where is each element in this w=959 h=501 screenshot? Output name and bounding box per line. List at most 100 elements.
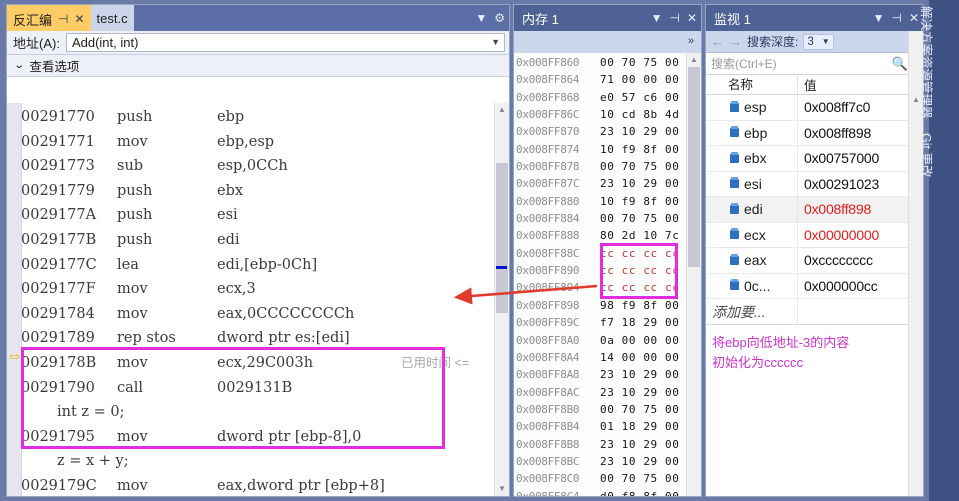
chevron-down-icon[interactable]: ▼ — [475, 12, 487, 24]
memory-row[interactable]: 0x008FF8C0 00 70 75 00 — [516, 470, 687, 487]
scrollbar-thumb[interactable] — [688, 67, 700, 267]
disassembly-line[interactable]: 0029177B push edi — [21, 228, 495, 253]
pin-icon[interactable]: ⊣ — [58, 13, 68, 25]
chevron-down-icon[interactable]: ⌄ — [13, 60, 25, 71]
disassembly-line[interactable]: 0029178B mov ecx,29C003h ⇨ 已用时间 <= — [9, 351, 495, 376]
memory-row[interactable]: 0x008FF86C 10 cd 8b 4d — [516, 106, 687, 123]
watch-row[interactable]: esp 0x008ff7c0 — [706, 94, 923, 121]
view-options-row[interactable]: ⌄ 查看选项 — [7, 55, 509, 77]
watch-name-cell: esi — [706, 171, 798, 197]
memory-row[interactable]: 0x008FF89C f7 18 29 00 — [516, 314, 687, 331]
dock-item-git-changes[interactable]: Git 更改 — [918, 133, 937, 177]
watch-variable-value[interactable]: 0x00757000 — [798, 150, 879, 166]
add-watch-row[interactable]: 添加要... — [706, 298, 923, 325]
scroll-up-icon[interactable]: ▲ — [495, 103, 509, 117]
chevron-down-icon[interactable]: ▼ — [873, 12, 885, 24]
watch-row[interactable]: ebx 0x00757000 — [706, 145, 923, 172]
memory-row[interactable]: 0x008FF8A8 23 10 29 00 — [516, 366, 687, 383]
chevron-down-icon[interactable]: ▼ — [651, 12, 663, 24]
memory-scrollbar[interactable]: ▲ — [686, 53, 701, 496]
disassembly-line[interactable]: 0029179C mov eax,dword ptr [ebp+8] — [21, 474, 495, 496]
memory-row[interactable]: 0x008FF880 10 f9 8f 00 — [516, 193, 687, 210]
memory-row[interactable]: 0x008FF8A0 0a 00 00 00 — [516, 332, 687, 349]
disassembly-line[interactable]: 00291790 call 0029131B — [21, 376, 495, 401]
memory-row[interactable]: 0x008FF898 98 f9 8f 00 — [516, 297, 687, 314]
gear-icon[interactable]: ⚙ — [494, 12, 505, 24]
memory-row[interactable]: 0x008FF8B8 23 10 29 00 — [516, 436, 687, 453]
dock-item-solution-explorer[interactable]: 解决方案资源管理器 — [918, 6, 937, 119]
watch-variable-value[interactable]: 0x00000000 — [798, 227, 879, 243]
watch-row[interactable]: 0c... 0x000000cc — [706, 273, 923, 299]
memory-row[interactable]: 0x008FF868 e0 57 c6 00 — [516, 89, 687, 106]
close-icon[interactable]: ✕ — [74, 13, 84, 25]
disassembly-line[interactable]: 00291771 mov ebp,esp — [21, 130, 495, 155]
instruction-address: 00291779 — [21, 182, 95, 199]
memory-row[interactable]: 0x008FF88C cc cc cc cc — [516, 245, 687, 262]
disassembly-line[interactable]: 00291773 sub esp,0CCh — [21, 154, 495, 179]
memory-row[interactable]: 0x008FF864 71 00 00 00 — [516, 71, 687, 88]
scroll-up-icon[interactable]: ▲ — [687, 53, 701, 67]
disassembly-scrollbar[interactable]: ▲ ▼ — [494, 103, 509, 496]
watch-row[interactable]: ecx 0x00000000 — [706, 222, 923, 248]
memory-titlebar: 内存 1 ▼ ⊣ ✕ — [514, 5, 701, 31]
memory-row[interactable]: 0x008FF8C4d0 f8 8f 00 — [516, 488, 687, 496]
source-line[interactable]: int z = 0; — [21, 400, 495, 425]
tab-test-c[interactable]: test.c — [90, 5, 134, 31]
memory-row[interactable]: 0x008FF8BC 23 10 29 00 — [516, 453, 687, 470]
disassembly-line[interactable]: 00291770 push ebp — [21, 105, 495, 130]
disassembly-line[interactable]: 0029177C lea edi,[ebp-0Ch] — [21, 253, 495, 278]
watch-row[interactable]: eax 0xcccccccc — [706, 247, 923, 274]
source-line[interactable]: z = x + y; — [21, 449, 495, 474]
arrow-left-icon[interactable]: ← — [711, 34, 724, 49]
watch-variable-value[interactable]: 0x008ff7c0 — [798, 99, 870, 115]
search-icon[interactable]: 🔍 — [892, 56, 908, 72]
memory-row[interactable]: 0x008FF890 cc cc cc cc — [516, 262, 687, 279]
overflow-chevron-icon[interactable]: » — [688, 35, 695, 47]
search-input[interactable]: 搜索(Ctrl+E) — [711, 55, 892, 72]
chevron-down-icon[interactable]: ▼ — [491, 37, 500, 47]
memory-bytes: 00 70 75 00 — [600, 472, 680, 486]
watch-row[interactable]: edi 0x008ff898 — [706, 196, 923, 223]
scrollbar-thumb[interactable] — [496, 163, 508, 313]
chevron-down-icon[interactable]: ▼ — [822, 37, 830, 46]
address-input[interactable]: Add(int, int) ▼ — [65, 33, 505, 52]
memory-row[interactable]: 0x008FF894 cc cc cc cc — [516, 279, 687, 296]
code-gutter[interactable] — [7, 103, 22, 496]
disassembly-line[interactable]: 0029177F mov ecx,3 — [21, 277, 495, 302]
memory-row[interactable]: 0x008FF8AC 23 10 29 00 — [516, 384, 687, 401]
watch-variable-name: ebx — [744, 150, 767, 167]
memory-row[interactable]: 0x008FF8B0 00 70 75 00 — [516, 401, 687, 418]
memory-row[interactable]: 0x008FF8B4 01 18 29 00 — [516, 418, 687, 435]
memory-row[interactable]: 0x008FF884 00 70 75 00 — [516, 210, 687, 227]
watch-row[interactable]: esi 0x00291023 — [706, 171, 923, 197]
memory-row[interactable]: 0x008FF860 00 70 75 00 — [516, 54, 687, 71]
memory-toolbar[interactable]: » — [514, 31, 701, 54]
memory-row[interactable]: 0x008FF878 00 70 75 00 — [516, 158, 687, 175]
tab-disassembly[interactable]: 反汇编 ⊣ ✕ — [7, 5, 91, 31]
watch-variable-value[interactable]: 0x008ff898 — [798, 125, 871, 141]
memory-row[interactable]: 0x008FF874 10 f9 8f 00 — [516, 141, 687, 158]
watch-variable-value[interactable]: 0xcccccccc — [798, 252, 873, 268]
watch-row[interactable]: ebp 0x008ff898 — [706, 120, 923, 146]
search-depth-combo[interactable]: 3 ▼ — [803, 33, 834, 50]
memory-address: 0x008FF868 — [516, 90, 580, 104]
memory-bytes: 10 f9 8f 00 — [600, 142, 680, 156]
watch-variable-value[interactable]: 0x008ff898 — [798, 201, 871, 217]
memory-row[interactable]: 0x008FF87C 23 10 29 00 — [516, 175, 687, 192]
close-icon[interactable]: ✕ — [687, 12, 697, 24]
memory-row[interactable]: 0x008FF870 23 10 29 00 — [516, 123, 687, 140]
disassembly-line[interactable]: 00291795 mov dword ptr [ebp-8],0 — [21, 425, 495, 450]
disassembly-line[interactable]: 00291789 rep stos dword ptr es:[edi] — [21, 326, 495, 351]
disassembly-line[interactable]: 00291784 mov eax,0CCCCCCCCh — [21, 302, 495, 327]
scroll-down-icon[interactable]: ▼ — [495, 482, 509, 496]
pin-icon[interactable]: ⊣ — [891, 12, 901, 24]
memory-row[interactable]: 0x008FF888 80 2d 10 7c — [516, 227, 687, 244]
arrow-right-icon[interactable]: → — [729, 34, 742, 49]
pin-icon[interactable]: ⊣ — [669, 12, 679, 24]
disassembly-line[interactable]: 0029177A push esi — [21, 203, 495, 228]
disassembly-line[interactable]: 00291779 push ebx — [21, 179, 495, 204]
memory-row[interactable]: 0x008FF8A4 14 00 00 00 — [516, 349, 687, 366]
watch-search-row[interactable]: 搜索(Ctrl+E) 🔍 ▼ — [706, 53, 923, 75]
watch-variable-value[interactable]: 0x000000cc — [798, 278, 878, 294]
watch-variable-value[interactable]: 0x00291023 — [798, 176, 879, 192]
